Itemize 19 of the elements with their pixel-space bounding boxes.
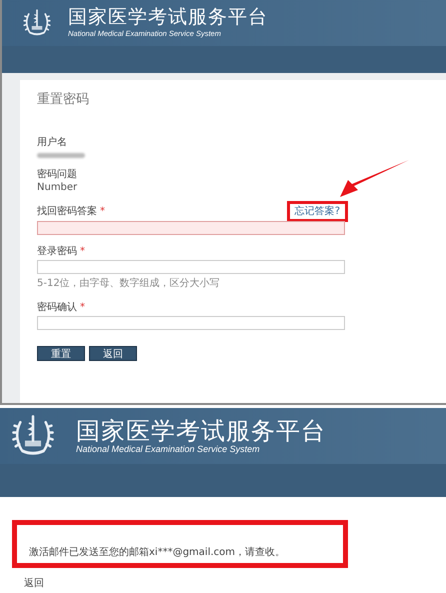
site-title: 国家医学考试服务平台 bbox=[68, 8, 268, 28]
forgot-answer-link[interactable]: 忘记答案? bbox=[290, 204, 345, 218]
page-heading: 重置密码 bbox=[37, 91, 90, 109]
form-button[interactable]: 重置 bbox=[37, 346, 85, 360]
field-label: 密码确认 bbox=[37, 300, 77, 314]
site-subtitle: National Medical Examination Service System bbox=[76, 444, 261, 454]
confirmation-message: 激活邮件已发送至您的邮箱xi***@gmail.com，请查收。 bbox=[12, 520, 348, 568]
field-label: 找回密码答案 bbox=[37, 204, 97, 218]
field-value: Number bbox=[37, 180, 78, 194]
field-label: 登录密码 bbox=[37, 244, 77, 258]
site-title: 国家医学考试服务平台 bbox=[76, 418, 326, 443]
field-label: 密码问题 bbox=[37, 168, 77, 180]
field-label: 用户名 bbox=[37, 136, 67, 148]
back-link[interactable]: 返回 bbox=[24, 578, 44, 589]
required-mark: * bbox=[100, 204, 105, 218]
form-button[interactable]: 返回 bbox=[89, 346, 137, 360]
field-hint: 5-12位，由字母、数字组成，区分大小写 bbox=[37, 276, 221, 290]
required-mark: * bbox=[80, 244, 85, 258]
required-mark: * bbox=[80, 300, 85, 314]
